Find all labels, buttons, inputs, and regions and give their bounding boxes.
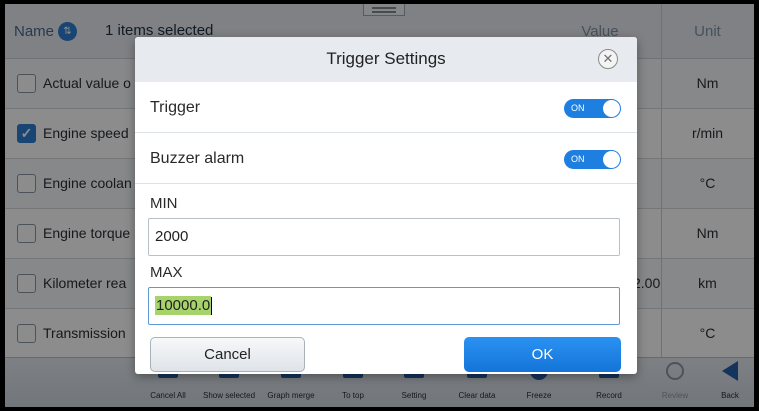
max-input[interactable]: 10000.0 [148,287,620,325]
selected-text: 10000.0 [155,296,212,315]
trigger-toggle[interactable]: ON [564,99,621,118]
cancel-button[interactable]: Cancel [150,337,305,372]
dialog-title-bar: Trigger Settings ✕ [135,37,637,82]
toggle-knob [603,151,620,168]
text-cursor [211,297,213,316]
buzzer-alarm-toggle[interactable]: ON [564,150,621,169]
buzzer-row: Buzzer alarm ON [135,133,637,184]
toggle-knob [603,100,620,117]
min-input[interactable]: 2000 [148,218,620,256]
screen: Name ⇅ 1 items selected Value Unit Actua… [5,4,754,407]
trigger-settings-dialog: Trigger Settings ✕ Trigger ON Buzzer ala… [135,37,637,374]
min-label: MIN [150,195,178,212]
ok-button[interactable]: OK [464,337,621,372]
dialog-title: Trigger Settings [326,49,446,68]
trigger-label: Trigger [150,99,201,116]
buzzer-alarm-label: Buzzer alarm [150,150,245,167]
max-label: MAX [150,264,183,281]
close-icon[interactable]: ✕ [598,49,618,69]
trigger-row: Trigger ON [135,82,637,133]
